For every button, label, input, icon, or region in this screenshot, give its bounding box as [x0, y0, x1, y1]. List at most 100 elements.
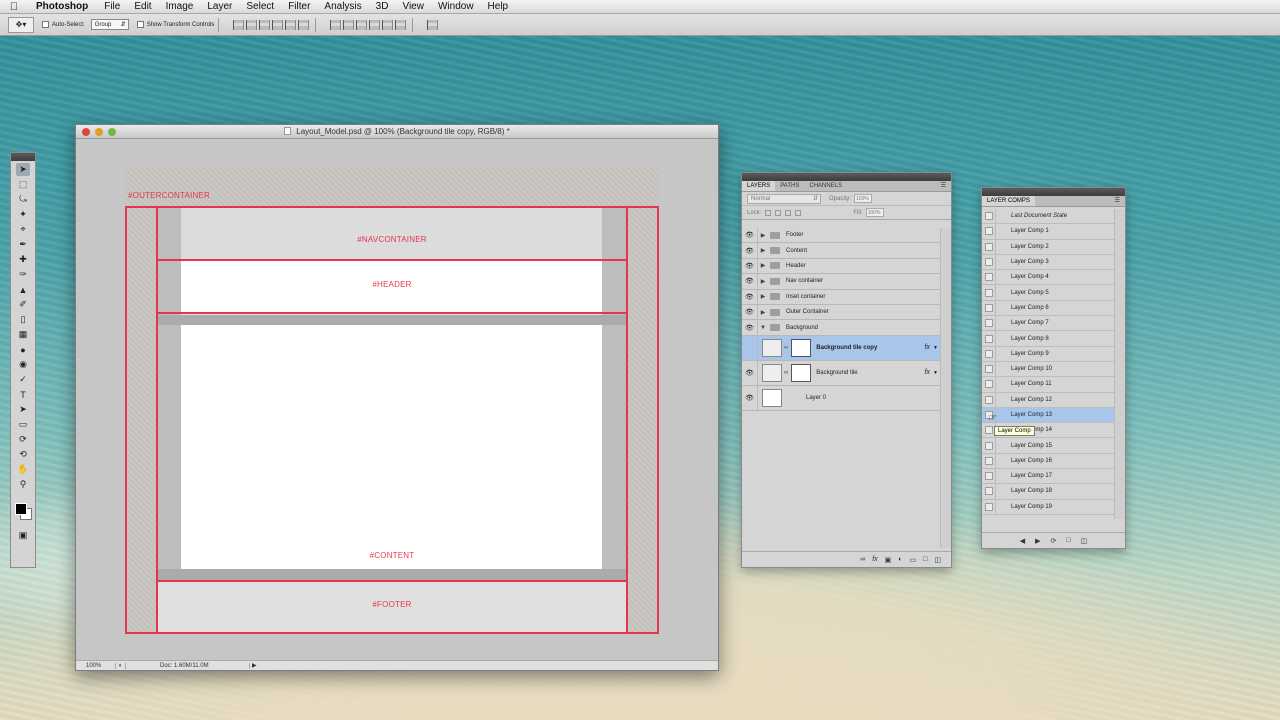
status-menu-arrow-icon[interactable]: ▶ — [250, 662, 257, 669]
move-tool-preset-icon[interactable]: ✥▾ — [8, 16, 34, 33]
effects-expand-icon[interactable]: ▼ — [933, 345, 938, 351]
history-brush-tool-icon[interactable]: ✐ — [16, 298, 30, 311]
expand-triangle-icon[interactable]: ▶ — [758, 232, 768, 239]
layer-comp-row[interactable]: Layer Comp 15 — [982, 438, 1115, 454]
expand-triangle-icon[interactable]: ▶ — [758, 309, 768, 316]
canvas[interactable]: #OUTERCONTAINER #NAVCONTAINER #HEADER #C… — [76, 140, 718, 661]
update-comp-icon[interactable]: ⟳ — [1051, 537, 1057, 545]
panel-grip[interactable] — [982, 188, 1125, 196]
tab-channels[interactable]: CHANNELS — [804, 181, 847, 191]
layer-row[interactable]: 👁 ▶ Header — [742, 258, 940, 275]
layer-comp-row[interactable]: Layer Comp 7 — [982, 316, 1115, 332]
menu-layer[interactable]: Layer — [200, 1, 239, 12]
clone-stamp-tool-icon[interactable]: ▲ — [16, 283, 30, 296]
apply-comp-toggle[interactable] — [982, 499, 996, 514]
new-group-icon[interactable]: ▭ — [910, 556, 917, 564]
lock-transparency-icon[interactable] — [765, 209, 772, 216]
layer-row[interactable]: 👁 ▼ Background — [742, 320, 940, 336]
expand-triangle-icon[interactable]: ▶ — [758, 293, 768, 300]
pen-tool-icon[interactable]: ✓ — [16, 373, 30, 386]
fx-icon[interactable]: fx — [925, 344, 930, 351]
foreground-color-swatch[interactable] — [15, 503, 27, 515]
minimize-window-icon[interactable] — [95, 128, 103, 136]
hand-tool-icon[interactable]: ✋ — [16, 463, 30, 476]
eye-icon[interactable]: 👁 — [742, 228, 758, 243]
tab-layer-comps[interactable]: LAYER COMPS — [982, 196, 1035, 206]
layer-mask-thumbnail[interactable] — [791, 338, 812, 357]
move-tool-icon[interactable]: ➤ — [16, 163, 30, 176]
apply-comp-toggle[interactable] — [982, 224, 996, 239]
apply-comp-toggle[interactable] — [982, 453, 996, 469]
gradient-tool-icon[interactable]: ▦ — [16, 328, 30, 341]
layers-scrollbar[interactable] — [940, 228, 951, 548]
apply-comp-toggle[interactable] — [982, 316, 996, 331]
layer-comp-row[interactable]: Last Document State — [982, 209, 1115, 225]
zoom-level[interactable]: 100% — [76, 662, 116, 669]
link-chain-icon[interactable]: ∞ — [784, 370, 788, 376]
layer-comps-scrollbar[interactable] — [1114, 209, 1125, 519]
eye-icon[interactable]: 👁 — [742, 320, 758, 335]
layer-row[interactable]: 👁 Layer 0 — [742, 385, 940, 411]
add-mask-icon[interactable]: ▣ — [885, 556, 892, 564]
3d-rotate-tool-icon[interactable]: ⟳ — [16, 433, 30, 446]
expand-triangle-icon[interactable]: ▶ — [758, 262, 768, 269]
tab-layers[interactable]: LAYERS — [742, 181, 776, 191]
layer-comp-row[interactable]: Layer Comp 5 — [982, 285, 1115, 301]
link-layers-icon[interactable]: ∞ — [860, 556, 865, 563]
layer-comp-row[interactable]: Layer Comp 2 — [982, 239, 1115, 255]
eye-hidden-icon[interactable] — [742, 335, 758, 360]
add-style-icon[interactable]: fx — [872, 556, 877, 563]
menu-select[interactable]: Select — [239, 1, 281, 12]
layer-row[interactable]: 👁 ▶ Footer — [742, 228, 940, 244]
apply-comp-toggle[interactable] — [982, 392, 996, 407]
eye-icon[interactable]: 👁 — [742, 304, 758, 320]
zoom-tool-icon[interactable]: ⚲ — [16, 478, 30, 491]
apply-comp-toggle[interactable] — [982, 270, 996, 285]
align-left-icon[interactable] — [272, 19, 284, 30]
lock-pixels-icon[interactable] — [775, 209, 782, 216]
eye-icon[interactable]: 👁 — [742, 289, 758, 304]
next-comp-icon[interactable]: ▶ — [1035, 537, 1040, 545]
healing-brush-tool-icon[interactable]: ✚ — [16, 253, 30, 266]
layer-comp-row[interactable]: Layer Comp 17 — [982, 469, 1115, 485]
status-options-icon[interactable]: ◐ — [116, 662, 126, 669]
color-swatches[interactable] — [11, 497, 35, 527]
menu-analysis[interactable]: Analysis — [317, 1, 368, 12]
layer-row[interactable]: 👁 ▶ Nav container — [742, 274, 940, 290]
panel-menu-icon[interactable]: ☰ — [1110, 196, 1125, 206]
menu-filter[interactable]: Filter — [281, 1, 317, 12]
distribute-right-icon[interactable] — [395, 19, 407, 30]
distribute-vcenter-icon[interactable] — [343, 19, 355, 30]
layer-comp-row-selected[interactable]: Layer Comp 13 — [982, 407, 1115, 424]
layer-comp-row[interactable]: Layer Comp 19 — [982, 499, 1115, 515]
align-hcenter-icon[interactable] — [285, 19, 297, 30]
trash-icon[interactable]: ◫ — [1081, 537, 1088, 545]
apply-comp-toggle[interactable] — [982, 484, 996, 499]
eye-icon[interactable]: 👁 — [742, 360, 758, 385]
apply-comp-toggle[interactable] — [982, 346, 996, 361]
distribute-top-icon[interactable] — [330, 19, 342, 30]
menu-3d[interactable]: 3D — [369, 1, 396, 12]
layer-mask-thumbnail[interactable] — [791, 363, 812, 382]
menu-edit[interactable]: Edit — [127, 1, 158, 12]
menu-file[interactable]: File — [97, 1, 127, 12]
fill-input[interactable]: 100% — [865, 208, 884, 217]
layer-comp-row[interactable]: Layer Comp 16 — [982, 453, 1115, 470]
apply-comp-toggle[interactable] — [982, 361, 996, 377]
eye-icon[interactable]: 👁 — [742, 274, 758, 289]
close-window-icon[interactable] — [82, 128, 90, 136]
menu-window[interactable]: Window — [431, 1, 481, 12]
apply-comp-toggle[interactable] — [982, 254, 996, 270]
menu-app-name[interactable]: Photoshop — [28, 1, 97, 12]
show-transform-checkbox[interactable] — [136, 21, 144, 28]
layer-comp-row[interactable]: Layer Comp 4 — [982, 270, 1115, 286]
layer-comp-row[interactable]: Layer Comp 8 — [982, 331, 1115, 347]
previous-comp-icon[interactable]: ◀ — [1020, 537, 1025, 545]
layer-row[interactable]: 👁 ∞ Background tile fx ▼ — [742, 360, 940, 386]
apple-icon[interactable]:  — [0, 1, 28, 13]
adjustment-layer-icon[interactable]: ◐ — [898, 556, 902, 563]
lasso-tool-icon[interactable]: ⤿ — [16, 193, 30, 206]
eye-icon[interactable]: 👁 — [742, 385, 758, 410]
menu-help[interactable]: Help — [481, 1, 516, 12]
layer-comp-row[interactable]: Layer Comp 12 — [982, 392, 1115, 408]
